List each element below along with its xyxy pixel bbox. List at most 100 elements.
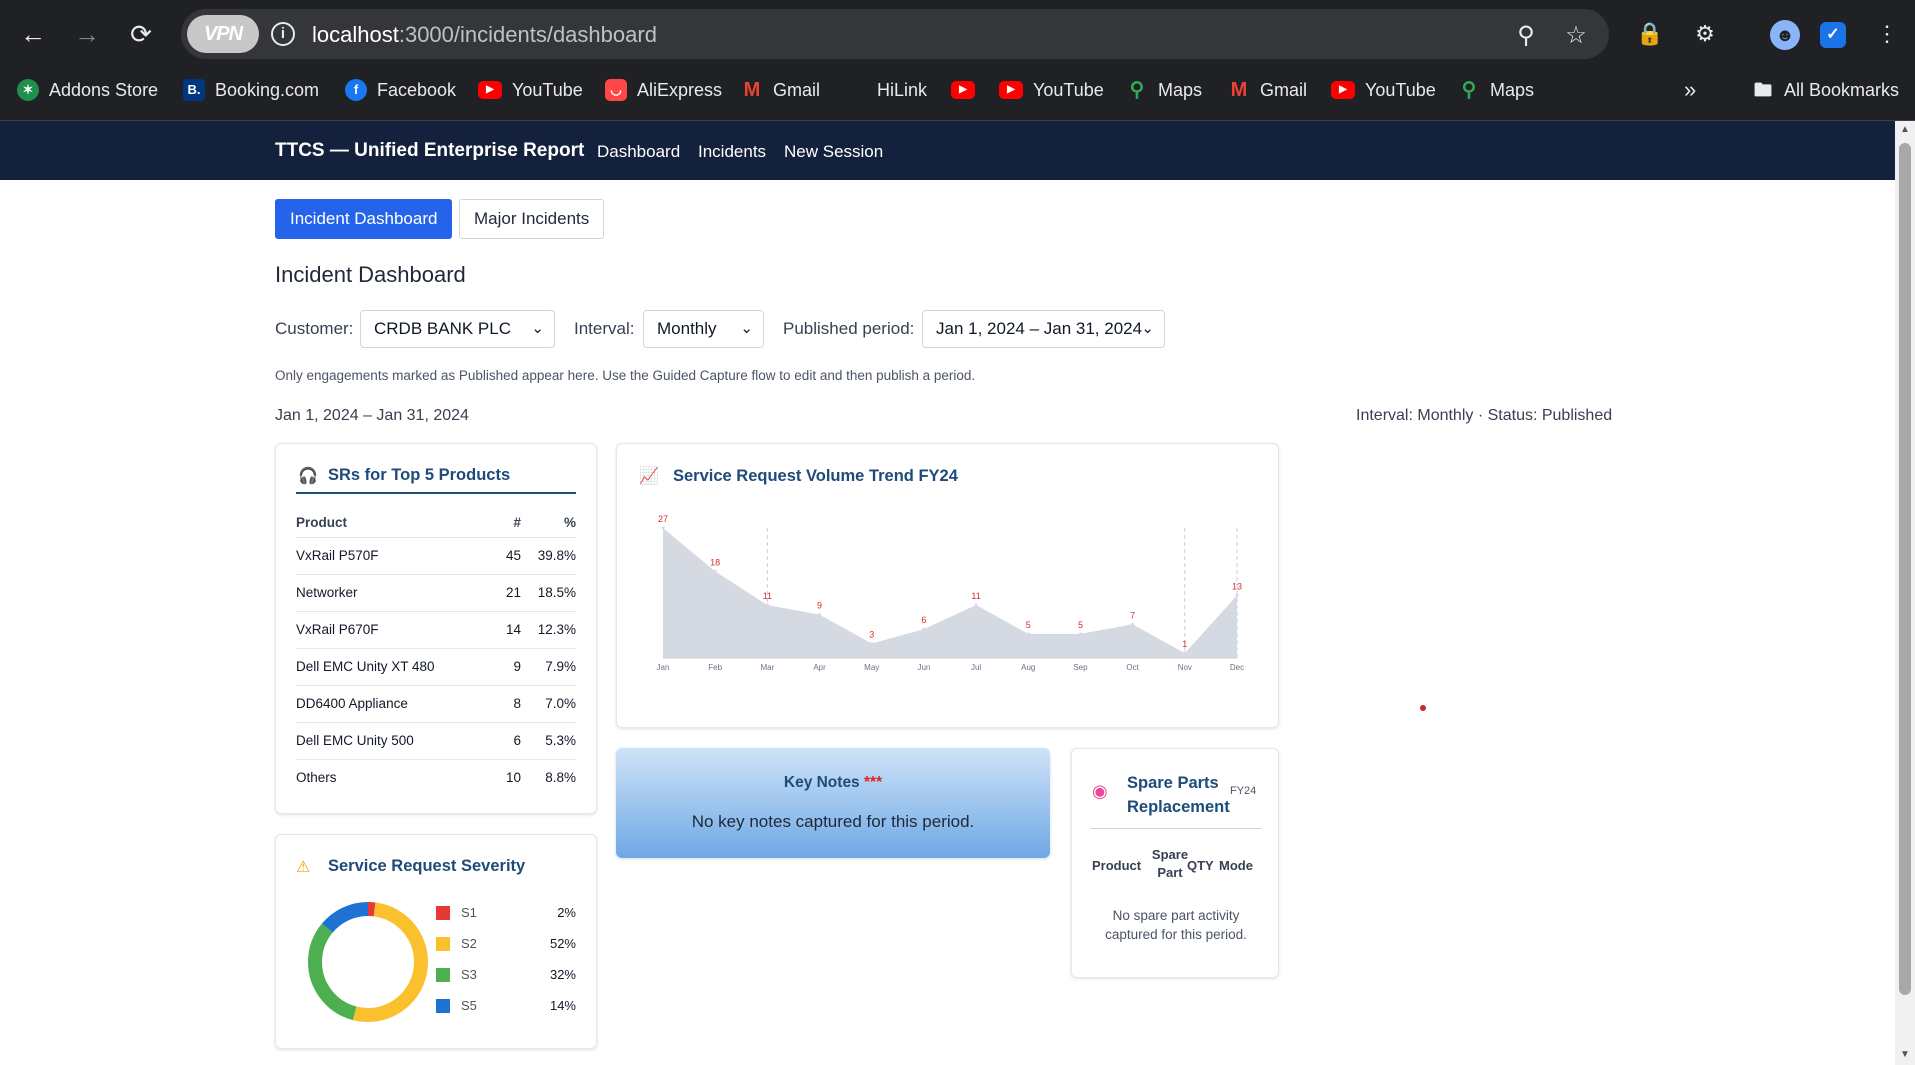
x-tick-label: Sep (1073, 663, 1088, 672)
series-area (663, 528, 1237, 658)
legend-swatch (436, 906, 450, 920)
table-row: VxRail P570F 45 39.8% (296, 537, 576, 575)
data-label: 11 (763, 591, 772, 601)
top-products-table: Product # % VxRail P570F 45 39.8% Networke… (296, 509, 576, 796)
maps-icon: ⚲ (1461, 79, 1477, 101)
reload-icon[interactable]: ⟳ (124, 17, 158, 51)
x-tick-label: Dec (1230, 663, 1244, 672)
trend-chart: 27 Jan 18 Feb 11 Mar 9 Apr 3 May 6 Jun 11 Jul 5 Aug 5 Sep… (657, 514, 1245, 672)
key-notes-card: Key Notes *** No key notes captured for … (616, 748, 1050, 858)
fy-badge: FY24 (1230, 785, 1257, 797)
bookmark-star-icon[interactable]: ☆ (1562, 21, 1590, 50)
gmail-icon: M (1230, 79, 1248, 101)
data-label: 27 (658, 514, 668, 524)
bookmark-youtube-3[interactable]: ▶ YouTube (999, 79, 1104, 101)
back-icon[interactable]: ← (16, 17, 50, 51)
bookmark-aliexpress[interactable]: ◡ AliExpress (605, 79, 722, 101)
trend-card: 📈 Service Request Volume Trend FY24 27 Ja… (616, 443, 1279, 728)
severity-title: Service Request Severity (328, 857, 526, 875)
customer-label: Customer: (275, 319, 354, 338)
data-label: 6 (921, 615, 926, 625)
header-mode: Mode (1219, 858, 1253, 873)
x-tick-label: Aug (1021, 663, 1035, 672)
zoom-icon[interactable]: ⚲ (1512, 21, 1540, 50)
password-manager-icon[interactable]: 🔒 (1634, 18, 1666, 50)
key-notes-empty: No key notes captured for this period. (691, 812, 975, 831)
x-tick-label: Jun (917, 663, 930, 672)
url-text[interactable]: localhost:3000/incidents/dashboard (312, 22, 657, 48)
gmail-icon: M (743, 79, 761, 101)
nav-new-session[interactable]: New Session (784, 142, 883, 162)
x-tick-label: Feb (708, 663, 722, 672)
title-underline (296, 492, 576, 494)
forward-icon[interactable]: → (70, 17, 104, 51)
data-point (1078, 632, 1082, 636)
scroll-thumb[interactable] (1899, 143, 1911, 995)
cursor-dot (1420, 705, 1426, 711)
youtube-icon: ▶ (478, 81, 502, 99)
scroll-down-icon[interactable]: ▼ (1900, 1049, 1910, 1060)
bookmark-hilink[interactable]: HiLink (877, 79, 927, 101)
extensions-icon[interactable]: ⚙ (1689, 18, 1721, 50)
profile-avatar-icon[interactable]: ☻ (1770, 20, 1800, 50)
data-point (818, 613, 822, 617)
legend-swatch (436, 937, 450, 951)
data-point (1131, 622, 1135, 626)
tab-major-incidents[interactable]: Major Incidents (459, 199, 605, 239)
x-tick-label: Oct (1126, 663, 1139, 672)
bookmark-maps-1[interactable]: ⚲ Maps (1126, 79, 1202, 101)
bookmark-gmail-1[interactable]: M Gmail (741, 79, 820, 101)
table-row: Others 10 8.8% (296, 770, 576, 786)
legend-item: S1 2% (436, 905, 576, 921)
more-bookmarks-icon[interactable]: » (1684, 79, 1696, 101)
trend-title: Service Request Volume Trend FY24 (673, 467, 958, 485)
customer-select[interactable]: CRDB BANK PLC ⌄ (360, 310, 555, 348)
interval-select[interactable]: Monthly ⌄ (643, 310, 764, 348)
shield-extension-icon[interactable]: ✓ (1820, 22, 1846, 48)
period-display: Jan 1, 2024 – Jan 31, 2024 (275, 407, 469, 424)
address-bar[interactable]: VPN i localhost:3000/incidents/dashboard… (181, 9, 1609, 59)
page-scrollbar[interactable]: ▲ ▼ (1895, 121, 1915, 1065)
x-tick-label: Mar (760, 663, 774, 672)
status-display: Interval: Monthly · Status: Published (1356, 407, 1613, 424)
severity-donut-chart (308, 902, 428, 1022)
spare-parts-empty: No spare part activity captured for this … (1105, 908, 1247, 942)
bookmark-youtube-4[interactable]: ▶ YouTube (1331, 79, 1436, 101)
header-percent: % (521, 509, 576, 538)
nav-dashboard[interactable]: Dashboard (597, 142, 680, 162)
vpn-icon[interactable]: VPN (187, 15, 259, 53)
x-tick-label: Nov (1178, 663, 1192, 672)
data-label: 7 (1130, 610, 1135, 620)
legend-swatch (436, 999, 450, 1013)
spare-parts-card: ◉ Spare Parts Replacement FY24 Product Sp… (1071, 748, 1279, 978)
bookmark-maps-2[interactable]: ⚲ Maps (1458, 79, 1534, 101)
header-product: Product (1092, 858, 1142, 873)
period-select[interactable]: Jan 1, 2024 – Jan 31, 2024 ⌄ (922, 310, 1165, 348)
bookmark-facebook[interactable]: f Facebook (345, 79, 456, 101)
header-product: Product (296, 509, 481, 538)
data-point (1235, 593, 1239, 597)
x-tick-label: May (864, 663, 879, 672)
warning-icon: ⚠ (296, 859, 311, 876)
header-spare-part: Spare Part (1151, 847, 1189, 880)
bookmark-youtube-2[interactable]: ▶ (951, 79, 985, 101)
menu-kebab-icon[interactable]: ⋮ (1871, 18, 1903, 50)
key-notes-title: Key Notes *** (783, 774, 883, 791)
x-tick-label: Jan (657, 663, 670, 672)
data-point (922, 627, 926, 631)
scroll-up-icon[interactable]: ▲ (1900, 124, 1910, 135)
nav-incidents[interactable]: Incidents (698, 142, 766, 162)
bookmark-youtube-1[interactable]: ▶ YouTube (478, 79, 583, 101)
aliexpress-icon: ◡ (605, 79, 627, 101)
site-info-icon[interactable]: i (271, 22, 295, 46)
tab-incident-dashboard[interactable]: Incident Dashboard (275, 199, 453, 239)
bookmark-gmail-2[interactable]: M Gmail (1228, 79, 1307, 101)
bookmark-booking[interactable]: B. Booking.com (183, 79, 319, 101)
bookmark-addons-store[interactable]: ✶ Addons Store (17, 79, 158, 101)
x-tick-label: Apr (813, 663, 826, 672)
spare-parts-title: Spare Parts Replacement (1127, 774, 1230, 816)
folder-icon: 🖿 (1754, 80, 1772, 100)
page-title: Incident Dashboard (275, 262, 466, 287)
all-bookmarks[interactable]: 🖿 All Bookmarks (1752, 79, 1899, 101)
severity-card: ⚠ Service Request Severity S1 2% S2 52% S3… (275, 834, 597, 1049)
